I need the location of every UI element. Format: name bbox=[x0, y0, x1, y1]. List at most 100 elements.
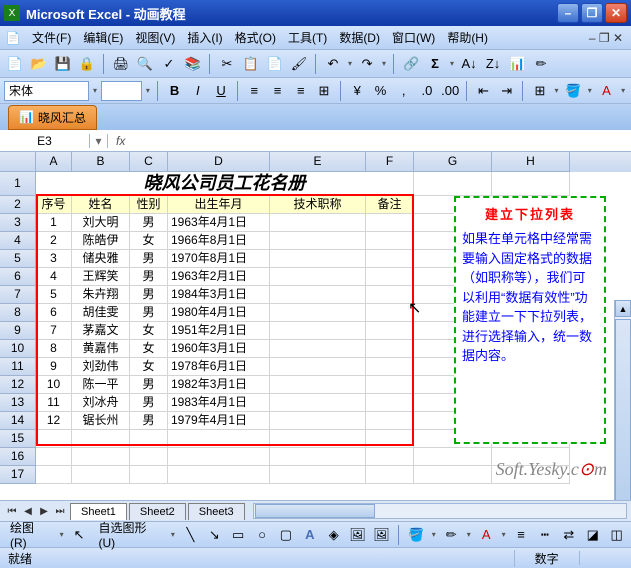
maximize-button[interactable]: ❐ bbox=[581, 3, 603, 23]
row-header[interactable]: 6 bbox=[0, 268, 36, 286]
cell[interactable]: 男 bbox=[130, 250, 168, 268]
cell[interactable] bbox=[366, 286, 414, 304]
cell[interactable]: 1978年6月1日 bbox=[168, 358, 270, 376]
menu-edit[interactable]: 编辑(E) bbox=[77, 27, 129, 48]
title-cell[interactable]: 晓风公司员工花名册 bbox=[36, 172, 414, 196]
cell[interactable]: 女 bbox=[130, 358, 168, 376]
cell[interactable]: 刘劲伟 bbox=[72, 358, 130, 376]
3d-button[interactable]: ◫ bbox=[606, 524, 627, 546]
workbook-tab[interactable]: 📊 晓风汇总 bbox=[8, 105, 97, 130]
cell[interactable] bbox=[270, 412, 366, 430]
shadow-button[interactable]: ◪ bbox=[582, 524, 603, 546]
new-button[interactable]: 📄 bbox=[4, 53, 26, 75]
merge-center-button[interactable]: ⊞ bbox=[313, 80, 334, 102]
cell[interactable] bbox=[366, 394, 414, 412]
save-button[interactable]: 💾 bbox=[52, 53, 74, 75]
cell[interactable]: 1979年4月1日 bbox=[168, 412, 270, 430]
cell[interactable]: 女 bbox=[130, 322, 168, 340]
col-header-E[interactable]: E bbox=[270, 152, 366, 172]
rectangle-button[interactable]: ▭ bbox=[228, 524, 249, 546]
cell[interactable] bbox=[366, 448, 414, 466]
cell[interactable] bbox=[130, 448, 168, 466]
font-name-select[interactable]: 宋体 bbox=[4, 81, 89, 101]
format-painter-button[interactable]: 🖌 bbox=[288, 53, 310, 75]
increase-indent-button[interactable]: ⇥ bbox=[496, 80, 517, 102]
cell[interactable] bbox=[168, 466, 270, 484]
col-header-G[interactable]: G bbox=[414, 152, 492, 172]
cell[interactable] bbox=[270, 232, 366, 250]
decrease-decimal-button[interactable]: .00 bbox=[440, 80, 461, 102]
cell[interactable]: 黄嘉伟 bbox=[72, 340, 130, 358]
cell[interactable] bbox=[366, 268, 414, 286]
name-box-dropdown[interactable]: ▾ bbox=[90, 134, 108, 148]
fx-label[interactable]: fx bbox=[108, 134, 133, 148]
autoshapes-menu[interactable]: 自选图形(U) bbox=[93, 517, 166, 552]
cell[interactable] bbox=[366, 430, 414, 448]
fill-color-draw-button[interactable]: 🪣 bbox=[406, 524, 427, 546]
header-cell[interactable]: 技术职称 bbox=[270, 196, 366, 214]
cell[interactable]: 1 bbox=[36, 214, 72, 232]
cell[interactable]: 刘冰舟 bbox=[72, 394, 130, 412]
autosum-button[interactable]: Σ bbox=[424, 53, 446, 75]
bold-button[interactable]: B bbox=[164, 80, 185, 102]
cell[interactable]: 男 bbox=[130, 304, 168, 322]
textbox-button[interactable]: ▢ bbox=[276, 524, 297, 546]
cell[interactable]: 陈皓伊 bbox=[72, 232, 130, 250]
scroll-thumb-h[interactable] bbox=[255, 504, 375, 518]
cell[interactable]: 女 bbox=[130, 340, 168, 358]
increase-decimal-button[interactable]: .0 bbox=[416, 80, 437, 102]
cell[interactable] bbox=[366, 214, 414, 232]
cell[interactable] bbox=[366, 304, 414, 322]
cell[interactable]: 8 bbox=[36, 340, 72, 358]
cell[interactable]: 5 bbox=[36, 286, 72, 304]
cell[interactable] bbox=[366, 340, 414, 358]
cell[interactable]: 1960年3月1日 bbox=[168, 340, 270, 358]
cell[interactable] bbox=[72, 448, 130, 466]
cell[interactable]: 3 bbox=[36, 250, 72, 268]
select-all-corner[interactable] bbox=[0, 152, 36, 172]
cell[interactable] bbox=[366, 466, 414, 484]
print-button[interactable]: 🖨 bbox=[110, 53, 132, 75]
menu-data[interactable]: 数据(D) bbox=[333, 27, 386, 48]
cell[interactable]: 女 bbox=[130, 232, 168, 250]
cell[interactable] bbox=[270, 394, 366, 412]
cell[interactable] bbox=[366, 250, 414, 268]
redo-button[interactable]: ↷ bbox=[356, 53, 378, 75]
cell[interactable] bbox=[270, 304, 366, 322]
row-header[interactable]: 9 bbox=[0, 322, 36, 340]
cell[interactable] bbox=[492, 172, 570, 196]
cell[interactable]: 6 bbox=[36, 304, 72, 322]
row-header[interactable]: 2 bbox=[0, 196, 36, 214]
menu-format[interactable]: 格式(O) bbox=[229, 27, 282, 48]
align-center-button[interactable]: ≡ bbox=[267, 80, 288, 102]
clipart-button[interactable]: 🖼 bbox=[347, 524, 368, 546]
fill-color-button[interactable]: 🪣 bbox=[563, 80, 584, 102]
cell[interactable]: 1963年4月1日 bbox=[168, 214, 270, 232]
cell[interactable]: 男 bbox=[130, 268, 168, 286]
cell[interactable]: 4 bbox=[36, 268, 72, 286]
sum-dropdown[interactable]: ▾ bbox=[448, 59, 456, 68]
cell[interactable]: 陈一平 bbox=[72, 376, 130, 394]
cell[interactable] bbox=[366, 376, 414, 394]
diagram-button[interactable]: ◈ bbox=[323, 524, 344, 546]
cell[interactable] bbox=[36, 448, 72, 466]
cell[interactable]: 2 bbox=[36, 232, 72, 250]
redo-dropdown[interactable]: ▾ bbox=[380, 59, 388, 68]
align-right-button[interactable]: ≡ bbox=[290, 80, 311, 102]
align-left-button[interactable]: ≡ bbox=[244, 80, 265, 102]
line-button[interactable]: ╲ bbox=[180, 524, 201, 546]
minimize-button[interactable]: – bbox=[557, 3, 579, 23]
col-header-B[interactable]: B bbox=[72, 152, 130, 172]
row-header[interactable]: 1 bbox=[0, 172, 36, 196]
menu-file[interactable]: 文件(F) bbox=[26, 27, 77, 48]
cell[interactable]: 1970年8月1日 bbox=[168, 250, 270, 268]
cell[interactable]: 朱卉翔 bbox=[72, 286, 130, 304]
horizontal-scrollbar[interactable] bbox=[253, 503, 627, 519]
percent-button[interactable]: % bbox=[370, 80, 391, 102]
grid-body[interactable]: 1 晓风公司员工花名册 2 序号 姓名 性别 出生年月 技术职称 备注 31刘大… bbox=[0, 172, 631, 484]
cell[interactable] bbox=[366, 412, 414, 430]
row-header[interactable]: 7 bbox=[0, 286, 36, 304]
row-header[interactable]: 16 bbox=[0, 448, 36, 466]
preview-button[interactable]: 🔍 bbox=[134, 53, 156, 75]
wordart-button[interactable]: A bbox=[299, 524, 320, 546]
